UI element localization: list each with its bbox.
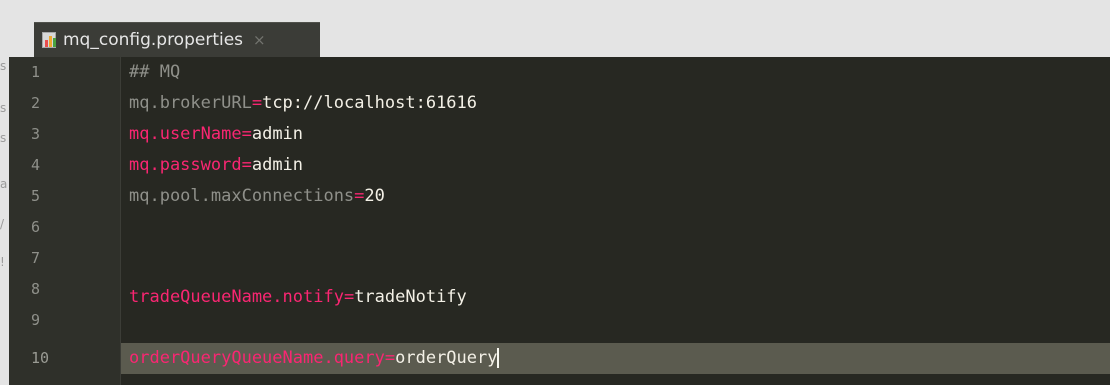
property-key: mq.brokerURL <box>129 93 252 113</box>
code-line-3[interactable]: mq.userName=admin <box>121 119 1110 150</box>
property-value: tcp://localhost:61616 <box>262 93 478 113</box>
properties-file-icon <box>41 31 59 49</box>
tab-title: mq_config.properties <box>63 30 244 50</box>
equals-sign: = <box>343 287 355 307</box>
equals-sign: = <box>251 93 263 113</box>
property-key: tradeQueueName.notify <box>129 287 344 307</box>
line-number: 8 <box>31 280 41 298</box>
line-number-gutter[interactable]: 1 2 3 4 5 6 7 8 9 10 <box>9 57 120 385</box>
code-line-5[interactable]: mq.pool.maxConnections=20 <box>121 181 1110 212</box>
line-number: 3 <box>31 125 41 143</box>
code-line-2[interactable]: mq.brokerURL=tcp://localhost:61616 <box>121 88 1110 119</box>
line-number: 2 <box>31 94 41 112</box>
property-key: mq.userName <box>129 124 242 144</box>
line-number: 7 <box>31 249 41 267</box>
code-line-6[interactable] <box>121 212 1110 243</box>
code-line-9[interactable] <box>121 313 1110 344</box>
property-key: mq.password <box>129 155 242 175</box>
property-value: orderQuery <box>395 348 498 368</box>
property-key: mq.pool.maxConnections <box>129 186 355 206</box>
editor-window: mq_config.properties × s s s a / ! 1 2 3… <box>0 0 1110 385</box>
equals-sign: = <box>241 155 252 175</box>
property-value: 20 <box>364 186 385 206</box>
line-number: 1 <box>31 63 41 81</box>
panel-edge-glyph: / <box>0 217 5 231</box>
line-number: 9 <box>31 311 41 329</box>
equals-sign: = <box>384 348 396 368</box>
code-line-4[interactable]: mq.password=admin <box>121 150 1110 181</box>
project-panel-edge: s s s a / ! <box>0 57 9 385</box>
property-value: admin <box>251 124 304 144</box>
code-line-10-current[interactable]: orderQueryQueueName.query=orderQuery <box>121 343 1110 374</box>
line-number-current: 10 <box>31 349 50 367</box>
equals-sign: = <box>241 124 252 144</box>
panel-edge-glyph: a <box>0 177 8 191</box>
property-value: admin <box>251 155 304 175</box>
property-value: tradeNotify <box>354 287 467 307</box>
panel-edge-glyph: s <box>0 131 7 145</box>
property-key: orderQueryQueueName.query <box>129 348 385 368</box>
line-number: 6 <box>31 218 41 236</box>
equals-sign: = <box>354 186 365 206</box>
panel-edge-glyph: s <box>0 59 7 73</box>
comment-text: ## MQ <box>129 62 181 82</box>
panel-edge-glyph: ! <box>0 255 5 269</box>
panel-edge-glyph: s <box>0 101 7 115</box>
code-line-7[interactable] <box>121 243 1110 274</box>
line-number: 4 <box>31 156 41 174</box>
close-icon[interactable]: × <box>253 31 266 49</box>
tab-mq-config-properties[interactable]: mq_config.properties × <box>34 22 320 57</box>
tab-bar: mq_config.properties × <box>0 0 1110 57</box>
code-area[interactable]: ## MQ mq.brokerURL=tcp://localhost:61616… <box>121 57 1110 385</box>
code-line-1[interactable]: ## MQ <box>121 57 1110 88</box>
text-caret <box>497 348 500 368</box>
code-line-8[interactable]: tradeQueueName.notify=tradeNotify <box>121 282 1110 313</box>
line-number: 5 <box>31 187 41 205</box>
